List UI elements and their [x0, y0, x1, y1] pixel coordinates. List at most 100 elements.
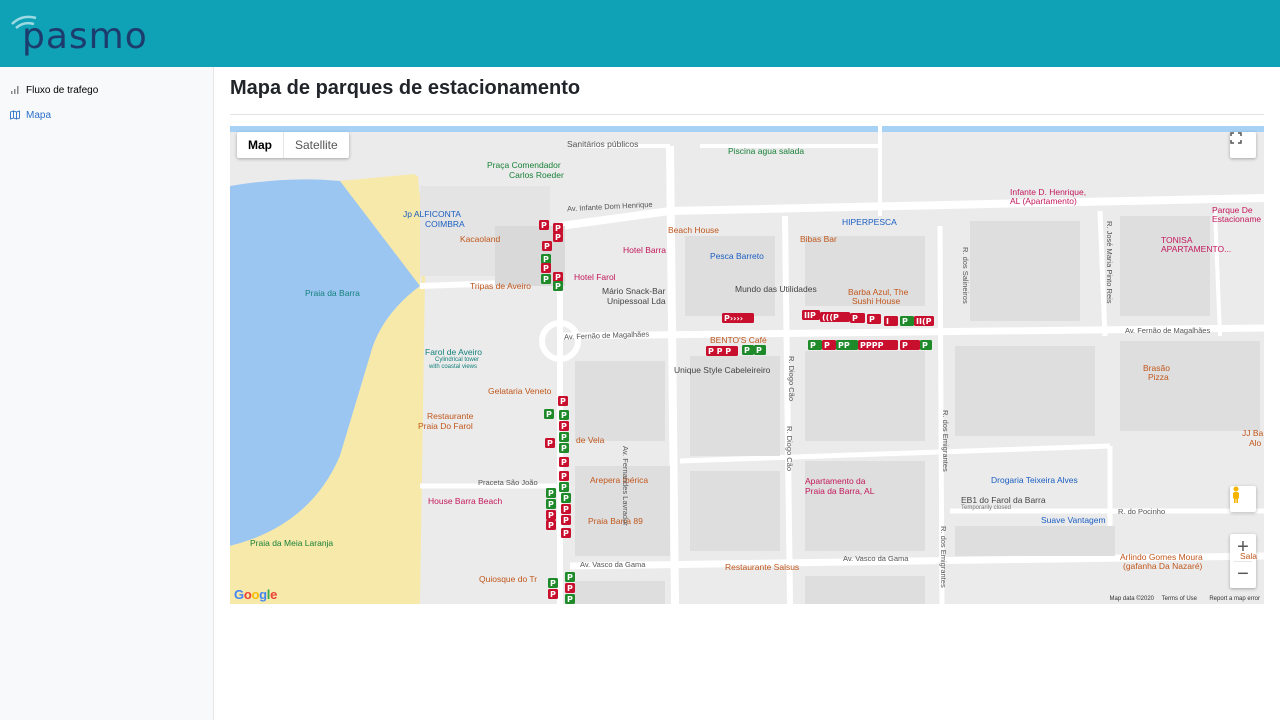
sidebar-item-mapa[interactable]: Mapa — [10, 106, 51, 124]
poi-bibas-bar[interactable]: Bibas Bar — [800, 234, 837, 244]
svg-text:P: P — [543, 275, 549, 284]
svg-text:P: P — [852, 314, 858, 323]
road-fernandes: Av. Fernandes Lavrador — [621, 446, 630, 526]
poi-arepera[interactable]: Arepera Ibérica — [590, 475, 648, 485]
poi-jj[interactable]: JJ Ba — [1242, 428, 1263, 438]
svg-text:P: P — [561, 483, 567, 492]
google-logo[interactable]: Google — [234, 587, 277, 602]
poi-mario-line2: Unipessoal Lda — [607, 296, 666, 306]
poi-apartamento-line2: Praia da Barra, AL — [805, 486, 875, 496]
poi-praia-barra[interactable]: Praia da Barra — [305, 288, 360, 298]
poi-meia-laranja[interactable]: Praia da Meia Laranja — [250, 538, 333, 548]
svg-text:P: P — [902, 341, 908, 350]
svg-text:P››››: P›››› — [724, 314, 743, 323]
poi-house-barra-beach[interactable]: House Barra Beach — [428, 496, 502, 506]
map-icon — [10, 110, 20, 120]
poi-pesca-barreto[interactable]: Pesca Barreto — [710, 251, 764, 261]
road-praceta: Praceta São João — [478, 478, 538, 487]
poi-arlindo-line2: (gafanha Da Nazaré) — [1123, 561, 1203, 571]
zoom-out-button[interactable]: − — [1234, 562, 1252, 588]
report-error-link[interactable]: Report a map error — [1209, 596, 1260, 602]
road-emigrantes: R. dos Emigrantes — [941, 410, 950, 472]
poi-hotel-farol[interactable]: Hotel Farol — [574, 272, 616, 282]
poi-jp-line1[interactable]: Jp ALFICONTA — [403, 209, 461, 219]
poi-farol-line1[interactable]: Farol de Aveiro — [425, 347, 482, 357]
poi-tonisa-line2: APARTAMENTO... — [1161, 244, 1232, 254]
poi-quiosque[interactable]: Quiosque do Tr — [479, 574, 537, 584]
svg-text:P: P — [563, 494, 569, 503]
poi-beach-house[interactable]: Beach House — [668, 225, 719, 235]
svg-text:P: P — [555, 282, 561, 291]
bar-chart-icon — [11, 86, 19, 94]
svg-text:P: P — [548, 521, 554, 530]
sidebar-item-label: Fluxo de trafego — [26, 84, 99, 96]
poi-salsus[interactable]: Restaurante Salsus — [725, 562, 799, 572]
svg-text:P: P — [561, 458, 567, 467]
poi-gelataria[interactable]: Gelataria Veneto — [488, 386, 551, 396]
poi-restaurante-line1[interactable]: Restaurante — [427, 411, 473, 421]
poi-drogaria[interactable]: Drogaria Teixeira Alves — [991, 475, 1078, 485]
svg-text:P: P — [561, 472, 567, 481]
svg-text:P: P — [561, 444, 567, 453]
parking-map[interactable]: P P P P P P P P P P›››› IIP (((P P P I P… — [230, 126, 1264, 604]
poi-praia-barra-89[interactable]: Praia Barra 89 — [588, 516, 643, 526]
poi-kacaoland[interactable]: Kacaoland — [460, 234, 500, 244]
poi-restaurante-line2: Praia Do Farol — [418, 421, 473, 431]
poi-hiperpesca[interactable]: HIPERPESCA — [842, 217, 897, 227]
page-title: Mapa de parques de estacionamento — [230, 77, 581, 99]
map-type-map-button[interactable]: Map — [237, 132, 284, 158]
road-salineiros: R. dos Salineiros — [961, 247, 970, 304]
svg-text:P: P — [561, 433, 567, 442]
svg-text:P: P — [543, 255, 549, 264]
road-emigrantes-2: R. dos Emigrantes — [939, 526, 948, 588]
poi-jp-line2: COIMBRA — [425, 219, 465, 229]
svg-text:P: P — [902, 317, 908, 326]
poi-piscina[interactable]: Piscina agua salada — [728, 146, 804, 156]
poi-hotel-barra[interactable]: Hotel Barra — [623, 245, 666, 255]
road-fernao-east: Av. Fernão de Magalhães — [1125, 326, 1211, 335]
street-view-pegman[interactable] — [1230, 486, 1256, 512]
poi-alo: Alo — [1249, 438, 1262, 448]
poi-praca-line1[interactable]: Praça Comendador — [487, 160, 561, 170]
poi-de-vela[interactable]: de Vela — [576, 435, 604, 445]
svg-text:IIP: IIP — [804, 311, 816, 320]
svg-text:P: P — [567, 573, 573, 582]
poi-mundo[interactable]: Mundo das Utilidades — [735, 284, 817, 294]
poi-unique[interactable]: Unique Style Cabeleireiro — [674, 365, 770, 375]
poi-barba-line2: Sushi House — [852, 296, 901, 306]
svg-text:P: P — [869, 315, 875, 324]
poi-farol-line3: with coastal views — [429, 364, 478, 370]
svg-text:P: P — [561, 411, 567, 420]
svg-text:P: P — [547, 439, 553, 448]
road-diogo: R. Diogo Cão — [787, 356, 796, 402]
svg-text:P: P — [555, 224, 561, 233]
poi-apartamento-line1[interactable]: Apartamento da — [805, 476, 865, 486]
road-jose-maria: R. José Maria Pinto Reis — [1105, 221, 1114, 304]
svg-text:P: P — [756, 346, 762, 355]
terms-link[interactable]: Terms of Use — [1162, 596, 1197, 602]
poi-suave[interactable]: Suave Vantagem — [1041, 515, 1106, 525]
sidebar-item-label: Mapa — [26, 109, 52, 121]
poi-sala[interactable]: Sala — [1240, 551, 1257, 561]
svg-text:P: P — [560, 397, 566, 406]
svg-text:P: P — [546, 410, 552, 419]
road-pocinho: R. do Pocinho — [1118, 507, 1166, 516]
svg-text:P: P — [541, 221, 547, 230]
svg-text:P: P — [550, 579, 556, 588]
poi-tripas[interactable]: Tripas de Aveiro — [470, 281, 531, 291]
sidebar-item-fluxo[interactable]: Fluxo de trafego — [10, 81, 98, 99]
svg-text:P: P — [563, 529, 569, 538]
map-type-satellite-button[interactable]: Satellite — [284, 132, 349, 158]
poi-bentos[interactable]: BENTO'S Café — [710, 335, 767, 345]
svg-text:PPPP: PPPP — [860, 341, 884, 350]
svg-text:P: P — [561, 422, 567, 431]
road-vasco: Av. Vasco da Gama — [580, 560, 646, 569]
poi-eb1-line1[interactable]: EB1 do Farol da Barra — [961, 495, 1046, 505]
svg-text:P P P: P P P — [708, 347, 731, 356]
pasmo-logo[interactable]: pasmo — [8, 6, 183, 65]
poi-mario-line1[interactable]: Mário Snack-Bar — [602, 286, 665, 296]
poi-sanitarios[interactable]: Sanitários públicos — [567, 139, 638, 149]
svg-text:P: P — [824, 341, 830, 350]
zoom-control: + − — [1230, 534, 1256, 588]
fullscreen-button[interactable] — [1230, 132, 1256, 158]
